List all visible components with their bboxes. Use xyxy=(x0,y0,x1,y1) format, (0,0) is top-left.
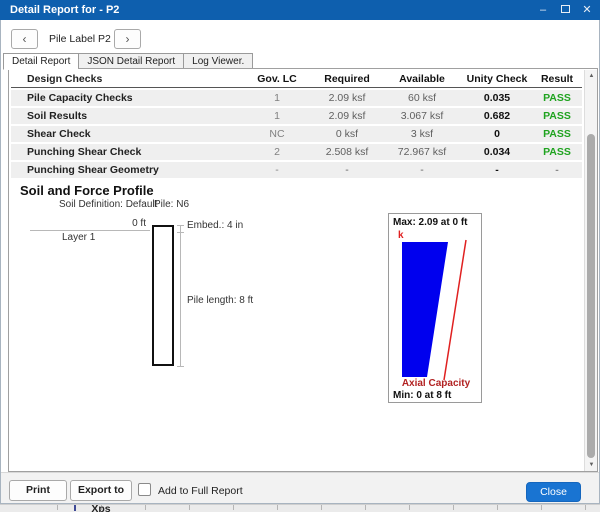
cell-unity-check: 0.035 xyxy=(462,92,532,104)
embed-label: Embed.: 4 in xyxy=(187,220,243,231)
dimension-line xyxy=(180,225,181,366)
table-row: Shear CheckNC0 ksf3 ksf0PASS xyxy=(11,126,582,142)
cell-unity-check: - xyxy=(462,164,532,176)
report-content: Design ChecksGov. LCRequiredAvailableUni… xyxy=(8,68,598,472)
dimension-tick-embed xyxy=(177,232,184,233)
chart-k-label: k xyxy=(398,230,404,241)
cell-required: 2.09 ksf xyxy=(312,110,382,122)
axial-capacity-line xyxy=(444,240,466,380)
tab-strip: Detail ReportJSON Detail ReportLog Viewe… xyxy=(3,53,253,69)
cell-required: Required xyxy=(312,73,382,85)
cell-unity-check: 0.034 xyxy=(462,146,532,158)
cell-available: 72.967 ksf xyxy=(382,146,462,158)
cell-required: 0 ksf xyxy=(312,128,382,140)
detail-report-dialog: Detail Report for - P2 – ✕ ‹ Pile Label … xyxy=(0,0,600,504)
table-row: Punching Shear Check22.508 ksf72.967 ksf… xyxy=(11,144,582,160)
axial-capacity-chart: Max: 2.09 at 0 ft k Axial Capacity Min: … xyxy=(388,213,482,403)
tab-json-detail-report[interactable]: JSON Detail Report xyxy=(78,53,183,69)
chart-max-label: Max: 2.09 at 0 ft xyxy=(393,217,467,228)
tab-log-viewer[interactable]: Log Viewer. xyxy=(183,53,253,69)
cell-required: - xyxy=(312,164,382,176)
cell-gov-lc: Gov. LC xyxy=(242,73,312,85)
design-checks-table: Design ChecksGov. LCRequiredAvailableUni… xyxy=(11,71,582,178)
table-row: Pile Capacity Checks12.09 ksf60 ksf0.035… xyxy=(11,90,582,106)
ground-line xyxy=(30,230,150,231)
cell-unity-check: 0.682 xyxy=(462,110,532,122)
cell-gov-lc: 1 xyxy=(242,110,312,122)
chevron-left-icon: ‹ xyxy=(23,32,27,46)
cell-unity-check: 0 xyxy=(462,128,532,140)
cell-name: Soil Results xyxy=(11,110,242,122)
dimension-tick-top xyxy=(177,225,184,226)
chart-plot xyxy=(389,214,481,402)
table-row: Soil Results12.09 ksf3.067 ksf0.682PASS xyxy=(11,108,582,124)
cell-available: Available xyxy=(382,73,462,85)
cell-result: PASS xyxy=(532,146,582,158)
vertical-scrollbar[interactable]: ▲ ▼ xyxy=(584,70,597,471)
cell-name: Punching Shear Geometry xyxy=(11,164,242,176)
cell-required: 2.508 ksf xyxy=(312,146,382,158)
cell-available: 3 ksf xyxy=(382,128,462,140)
previous-pile-button[interactable]: ‹ xyxy=(11,29,38,49)
cell-result: Result xyxy=(532,73,582,85)
depth-zero-label: 0 ft xyxy=(104,218,146,229)
section-heading: Soil and Force Profile xyxy=(20,183,154,198)
cell-result: - xyxy=(532,164,582,176)
cell-result: PASS xyxy=(532,128,582,140)
cell-name: Pile Capacity Checks xyxy=(11,92,242,104)
scroll-down-icon[interactable]: ▼ xyxy=(585,462,598,468)
maximize-icon[interactable] xyxy=(558,1,572,19)
grid-highlight-tick xyxy=(74,505,76,511)
cell-gov-lc: 1 xyxy=(242,92,312,104)
scroll-up-icon[interactable]: ▲ xyxy=(585,73,598,79)
chart-series-label: Axial Capacity xyxy=(389,378,483,389)
add-to-full-report-label: Add to Full Report xyxy=(158,485,243,497)
table-header-row: Design ChecksGov. LCRequiredAvailableUni… xyxy=(11,71,582,88)
cell-available: - xyxy=(382,164,462,176)
chart-min-label: Min: 0 at 8 ft xyxy=(393,390,451,401)
soil-definition-label: Soil Definition: Default xyxy=(59,199,157,210)
pile-diagram xyxy=(152,225,174,366)
pile-label: Pile Label P2 xyxy=(49,33,111,45)
cell-result: PASS xyxy=(532,92,582,104)
close-button[interactable]: Close xyxy=(526,482,581,502)
chevron-right-icon: › xyxy=(126,32,130,46)
scroll-thumb[interactable] xyxy=(587,134,595,458)
pile-name-label: Pile: N6 xyxy=(154,199,189,210)
window-controls: – ✕ xyxy=(536,1,600,19)
cell-required: 2.09 ksf xyxy=(312,92,382,104)
next-pile-button[interactable]: › xyxy=(114,29,141,49)
cell-unity-check: Unity Check xyxy=(462,73,532,85)
cell-name: Design Checks xyxy=(11,73,242,85)
tab-detail-report[interactable]: Detail Report xyxy=(3,53,78,70)
print-button[interactable]: Print xyxy=(9,480,67,501)
screen: Detail Report for - P2 – ✕ ‹ Pile Label … xyxy=(0,0,600,512)
background-grid-strip xyxy=(0,504,600,512)
add-to-full-report-checkbox[interactable] xyxy=(138,483,151,496)
cell-gov-lc: NC xyxy=(242,128,312,140)
export-to-xps-button[interactable]: Export to Xps xyxy=(70,480,132,501)
minimize-icon[interactable]: – xyxy=(536,1,550,19)
pressure-area xyxy=(402,242,448,377)
cell-available: 3.067 ksf xyxy=(382,110,462,122)
pile-length-label: Pile length: 8 ft xyxy=(187,295,253,306)
footer-bar: Print Export to Xps Add to Full Report C… xyxy=(1,472,599,503)
cell-name: Punching Shear Check xyxy=(11,146,242,158)
table-row: Punching Shear Geometry----- xyxy=(11,162,582,178)
dimension-tick-bottom xyxy=(177,366,184,367)
layer-label: Layer 1 xyxy=(62,232,95,243)
cell-result: PASS xyxy=(532,110,582,122)
title-bar: Detail Report for - P2 – ✕ xyxy=(0,0,600,20)
window-title: Detail Report for - P2 xyxy=(0,4,536,16)
cell-gov-lc: 2 xyxy=(242,146,312,158)
cell-gov-lc: - xyxy=(242,164,312,176)
close-icon[interactable]: ✕ xyxy=(580,1,594,19)
cell-available: 60 ksf xyxy=(382,92,462,104)
cell-name: Shear Check xyxy=(11,128,242,140)
